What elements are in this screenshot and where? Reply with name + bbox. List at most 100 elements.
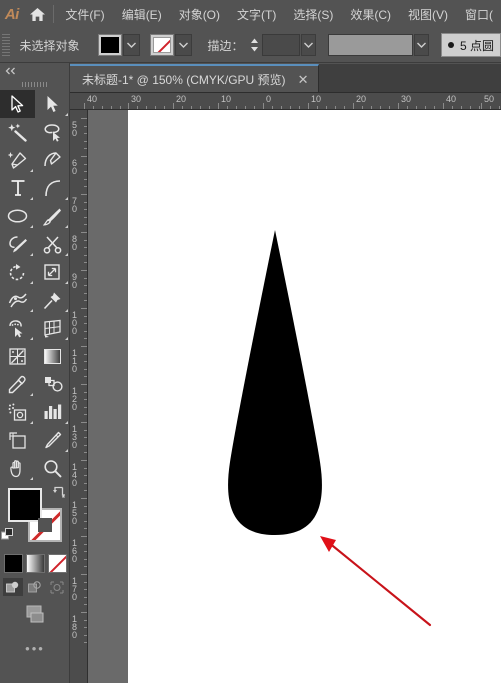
ellipse-tool[interactable] — [0, 202, 35, 230]
ruler-tick-minor — [84, 429, 87, 431]
fill-swatch[interactable] — [97, 34, 122, 56]
eyedropper-tool[interactable] — [0, 370, 35, 398]
menu-item-effect[interactable]: 效果(C) — [342, 2, 399, 27]
ruler-label: 50 — [484, 94, 495, 104]
ruler-tick-minor — [434, 106, 435, 109]
stroke-weight-stepper[interactable] — [249, 34, 261, 56]
ruler-tick-minor — [84, 414, 87, 416]
chevron-down-icon — [178, 42, 188, 48]
menu-item-object[interactable]: 对象(O) — [171, 2, 228, 27]
rotate-icon — [9, 263, 25, 280]
ruler-tick-minor — [344, 106, 345, 109]
rotate-tool[interactable] — [0, 258, 35, 286]
shape-builder-tool[interactable] — [0, 314, 35, 342]
ruler-label: 70 — [72, 196, 78, 214]
draw-inside-icon — [50, 581, 64, 593]
canvas-area[interactable] — [88, 110, 501, 683]
width-tool[interactable] — [0, 286, 35, 314]
ruler-tick-minor — [84, 133, 87, 135]
ruler-tick-major — [81, 232, 87, 233]
magic-wand-tool[interactable] — [0, 118, 35, 146]
shaper-tool[interactable] — [0, 230, 35, 258]
selection-tool[interactable] — [0, 90, 35, 118]
ai-logo-icon[interactable]: Ai — [0, 0, 24, 28]
shaper-pencil-icon — [8, 235, 27, 252]
ruler-tick-minor — [84, 505, 87, 507]
draw-normal-button[interactable] — [3, 578, 23, 596]
stroke-weight-input[interactable] — [262, 34, 301, 56]
none-mode-button[interactable] — [47, 554, 67, 573]
ruler-tick-minor — [299, 106, 300, 109]
perspective-grid-tool[interactable] — [35, 314, 70, 342]
menu-item-window[interactable]: 窗口( — [457, 2, 501, 27]
draw-behind-button[interactable] — [25, 578, 45, 596]
ruler-tick-minor — [102, 106, 103, 109]
ruler-tick-minor — [452, 106, 453, 109]
fill-color-box[interactable] — [8, 488, 42, 522]
default-fill-stroke-button[interactable] — [1, 528, 15, 542]
line-segment-tool[interactable] — [35, 174, 70, 202]
scissors-tool[interactable] — [35, 230, 70, 258]
bar-chart-icon — [44, 404, 62, 419]
stroke-dropdown-button[interactable] — [174, 34, 192, 56]
home-icon[interactable] — [24, 0, 51, 28]
free-transform-tool[interactable] — [35, 286, 70, 314]
edit-toolbar-button[interactable]: ••• — [0, 642, 70, 655]
brush-definition-dropdown[interactable]: 5 点圆 — [440, 33, 501, 57]
stroke-profile-dropdown[interactable] — [414, 34, 429, 56]
ruler-label: 30 — [401, 94, 412, 104]
slice-tool[interactable] — [35, 426, 70, 454]
scale-tool[interactable] — [35, 258, 70, 286]
ruler-tick-minor — [461, 106, 462, 109]
column-graph-tool[interactable] — [35, 398, 70, 426]
ruler-label: 10 — [311, 94, 322, 104]
screen-mode-button[interactable] — [22, 605, 48, 631]
stroke-swatch[interactable] — [149, 34, 174, 56]
screen-mode-icon — [26, 605, 44, 623]
ruler-tick-minor — [281, 106, 282, 109]
fill-dropdown-button[interactable] — [122, 34, 140, 56]
artboard-tool[interactable] — [0, 426, 35, 454]
vertical-ruler[interactable]: 50 60 70 80 90 100 110 120 130 140 150 160 170 180 — [70, 110, 88, 683]
menu-item-file[interactable]: 文件(F) — [57, 2, 112, 27]
color-controls — [0, 486, 70, 548]
pen-icon — [8, 151, 27, 169]
pushpin-icon — [43, 292, 61, 309]
stroke-profile-input[interactable] — [327, 34, 414, 56]
horizontal-ruler[interactable]: 40 30 20 10 0 10 20 30 40 50 — [70, 93, 501, 110]
close-icon[interactable]: ✕ — [296, 73, 311, 86]
draw-inside-button[interactable] — [47, 578, 67, 596]
ruler-tick-minor — [227, 106, 228, 109]
ruler-label: 180 — [72, 614, 78, 640]
paintbrush-tool[interactable] — [35, 202, 70, 230]
pen-tool[interactable] — [0, 146, 35, 174]
ruler-tick-minor — [155, 106, 156, 109]
gradient-mode-button[interactable] — [25, 554, 45, 573]
lasso-tool[interactable] — [35, 118, 70, 146]
zoom-tool[interactable] — [35, 454, 70, 482]
control-bar-grip[interactable] — [2, 34, 10, 56]
direct-selection-tool[interactable] — [35, 90, 70, 118]
blend-tool[interactable] — [35, 370, 70, 398]
ruler-tick-minor — [326, 106, 327, 109]
document-tab[interactable]: 未标题-1* @ 150% (CMYK/GPU 预览) ✕ — [70, 64, 320, 92]
ruler-tick-minor — [84, 186, 87, 188]
stroke-weight-dropdown[interactable] — [301, 34, 316, 56]
hand-tool[interactable] — [0, 454, 35, 482]
cursor-arrow-icon — [11, 95, 24, 113]
tools-panel-grip[interactable] — [0, 78, 69, 90]
swap-fill-stroke-button[interactable] — [52, 486, 66, 500]
ruler-tick-minor — [84, 201, 87, 203]
collapse-panel-button[interactable] — [0, 63, 69, 78]
mesh-tool[interactable] — [0, 342, 35, 370]
ruler-tick-minor — [335, 106, 336, 109]
gradient-tool[interactable] — [35, 342, 70, 370]
menu-item-type[interactable]: 文字(T) — [229, 2, 284, 27]
symbol-sprayer-tool[interactable] — [0, 398, 35, 426]
menu-item-edit[interactable]: 编辑(E) — [114, 2, 170, 27]
color-mode-button[interactable] — [3, 554, 23, 573]
menu-item-select[interactable]: 选择(S) — [285, 2, 341, 27]
curvature-tool[interactable] — [35, 146, 70, 174]
menu-item-view[interactable]: 视图(V) — [400, 2, 456, 27]
type-tool[interactable] — [0, 174, 35, 202]
